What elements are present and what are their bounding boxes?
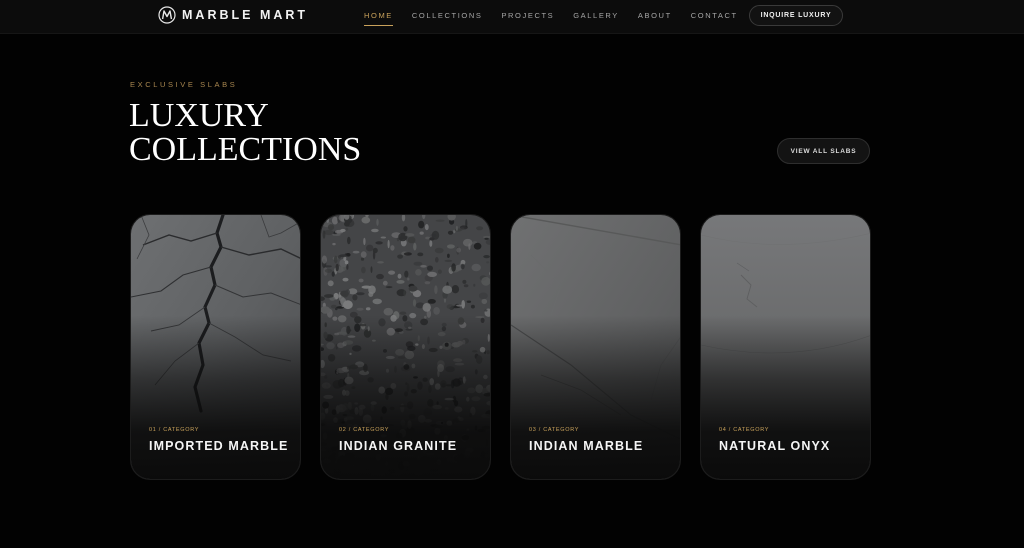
nav-item-about[interactable]: ABOUT xyxy=(638,11,672,20)
nav-item-gallery[interactable]: GALLERY xyxy=(573,11,619,20)
top-navigation-bar: MARBLE MART HOME COLLECTIONS PROJECTS GA… xyxy=(0,0,1024,34)
collection-card-imported-marble[interactable]: 01 / CATEGORY IMPORTED MARBLE xyxy=(130,214,301,480)
card-category: 01 / CATEGORY xyxy=(149,427,200,433)
section-title-line-1: LUXURY xyxy=(129,97,269,134)
collection-card-indian-granite[interactable]: 02 / CATEGORY INDIAN GRANITE xyxy=(320,214,491,480)
section-eyebrow: EXCLUSIVE SLABS xyxy=(130,80,238,89)
nav-item-projects[interactable]: PROJECTS xyxy=(501,11,554,20)
nav-item-collections[interactable]: COLLECTIONS xyxy=(412,11,483,20)
nav-item-contact[interactable]: CONTACT xyxy=(691,11,738,20)
section-title-line-2: COLLECTIONS xyxy=(129,131,362,168)
card-category: 04 / CATEGORY xyxy=(719,427,770,433)
view-all-slabs-button[interactable]: VIEW ALL SLABS xyxy=(777,138,870,164)
nav-item-home[interactable]: HOME xyxy=(364,11,393,26)
brand-logo[interactable]: MARBLE MART xyxy=(158,6,308,24)
card-title: NATURAL ONYX xyxy=(719,439,831,453)
section-title: LUXURY COLLECTIONS xyxy=(129,99,361,167)
inquire-luxury-button[interactable]: INQUIRE LUXURY xyxy=(749,5,843,26)
card-category: 03 / CATEGORY xyxy=(529,427,580,433)
card-title: INDIAN GRANITE xyxy=(339,439,458,453)
card-title: INDIAN MARBLE xyxy=(529,439,644,453)
collection-card-natural-onyx[interactable]: 04 / CATEGORY NATURAL ONYX xyxy=(700,214,871,480)
m-monogram-icon xyxy=(158,6,176,24)
card-title: IMPORTED MARBLE xyxy=(149,439,289,453)
brand-name: MARBLE MART xyxy=(182,8,309,22)
main-menu: HOME COLLECTIONS PROJECTS GALLERY ABOUT … xyxy=(364,0,757,30)
card-category: 02 / CATEGORY xyxy=(339,427,390,433)
collection-card-indian-marble[interactable]: 03 / CATEGORY INDIAN MARBLE xyxy=(510,214,681,480)
